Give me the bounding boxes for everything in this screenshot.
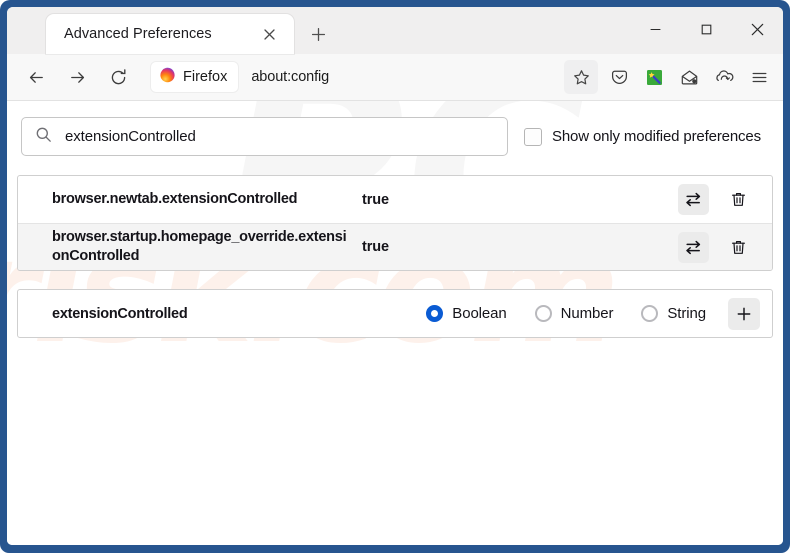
window-content: Advanced Preferences Firefox about:confi… [7, 7, 783, 545]
radio-number-indicator[interactable] [534, 305, 552, 322]
show-modified-checkbox[interactable] [524, 127, 542, 146]
row-actions [678, 184, 766, 215]
toggle-swap-icon[interactable] [678, 184, 709, 215]
radio-string-label: String [667, 305, 706, 322]
config-content: Show only modified preferences browser.n… [17, 117, 773, 338]
radio-option-boolean[interactable]: Boolean [426, 305, 507, 322]
radio-string-indicator[interactable] [641, 305, 659, 322]
radio-option-number[interactable]: Number [534, 305, 614, 322]
trash-icon[interactable] [723, 232, 754, 263]
browser-window: Advanced Preferences Firefox about:confi… [0, 0, 790, 553]
maximize-button[interactable] [681, 7, 732, 52]
toggle-swap-icon[interactable] [678, 231, 709, 263]
preference-value: true [362, 191, 389, 208]
firefox-brand-chip: Firefox [151, 62, 239, 92]
preferences-table: browser.newtab.extensionControlled true [17, 175, 773, 271]
preference-value: true [362, 239, 389, 255]
window-controls [630, 7, 783, 52]
new-preference-type-group: Boolean Number String [426, 305, 706, 322]
about-config-page: PC risk.com [7, 101, 783, 545]
radio-boolean-indicator[interactable] [426, 305, 444, 322]
new-preference-name: extensionControlled [52, 305, 188, 322]
sync-cloud-icon[interactable] [707, 60, 742, 94]
close-button[interactable] [732, 7, 783, 52]
search-icon [35, 126, 52, 148]
minimize-button[interactable] [630, 7, 681, 52]
url-text: about:config [251, 69, 330, 85]
radio-boolean-label: Boolean [452, 305, 507, 322]
search-box[interactable] [21, 117, 508, 156]
table-row[interactable]: browser.startup.homepage_override.extens… [18, 223, 772, 270]
preference-name: browser.startup.homepage_override.extens… [52, 228, 347, 264]
show-modified-toggle[interactable]: Show only modified preferences [524, 127, 761, 146]
hamburger-menu-icon[interactable] [742, 60, 777, 94]
row-actions [678, 231, 766, 263]
new-tab-button[interactable] [301, 17, 335, 51]
search-input[interactable] [63, 127, 497, 146]
extension-magic-wand-icon[interactable] [637, 60, 672, 94]
bookmark-star-icon[interactable] [564, 60, 598, 94]
show-modified-label: Show only modified preferences [552, 128, 761, 145]
table-row[interactable]: browser.newtab.extensionControlled true [18, 176, 772, 223]
radio-option-string[interactable]: String [641, 305, 706, 322]
search-row: Show only modified preferences [17, 117, 773, 156]
navigation-toolbar: Firefox about:config [7, 54, 783, 101]
radio-number-label: Number [560, 305, 614, 322]
tab-strip: Advanced Preferences [7, 7, 783, 54]
pocket-icon[interactable] [602, 60, 637, 94]
tab-title: Advanced Preferences [64, 26, 212, 42]
add-preference-row: extensionControlled Boolean Number Strin… [18, 290, 772, 337]
back-button[interactable] [19, 60, 53, 94]
firefox-logo-icon [159, 66, 176, 88]
trash-icon[interactable] [723, 184, 754, 215]
close-tab-icon[interactable] [256, 21, 282, 47]
add-preference-button[interactable] [728, 297, 760, 330]
forward-button[interactable] [60, 60, 94, 94]
reload-button[interactable] [101, 60, 135, 94]
add-preference-panel: extensionControlled Boolean Number Strin… [17, 289, 773, 338]
firefox-brand-label: Firefox [183, 69, 228, 85]
preference-name: browser.newtab.extensionControlled [52, 190, 298, 207]
address-bar[interactable]: Firefox about:config [151, 60, 562, 94]
browser-tab-active[interactable]: Advanced Preferences [46, 14, 294, 54]
mail-icon[interactable] [672, 60, 707, 94]
